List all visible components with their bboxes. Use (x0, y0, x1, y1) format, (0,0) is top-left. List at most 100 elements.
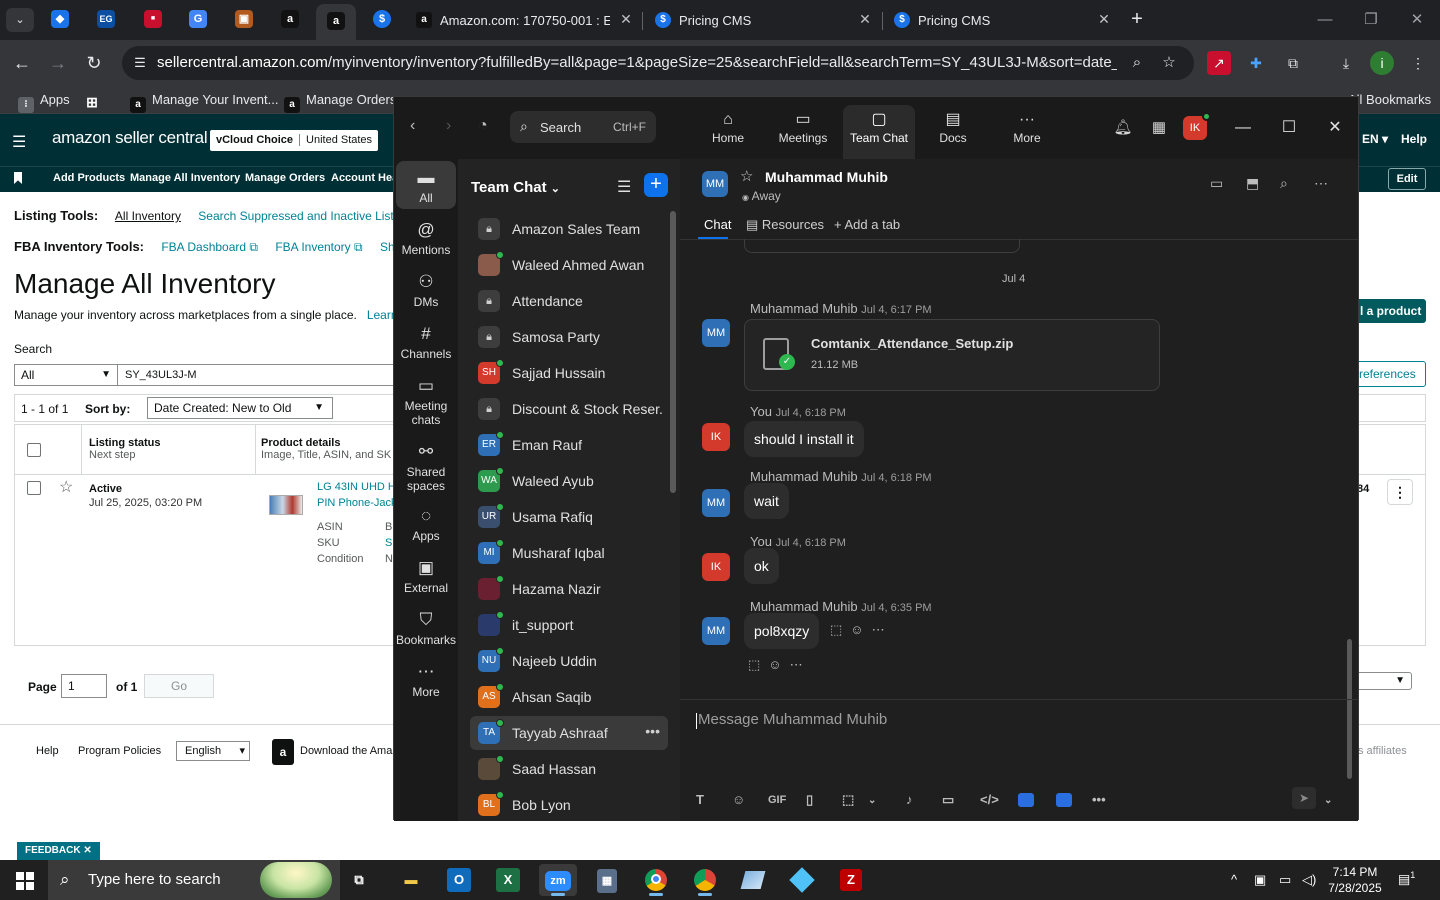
feedback-tab[interactable]: FEEDBACK ✕ (17, 842, 100, 860)
url-text[interactable]: sellercentral.amazon.com/myinventory/inv… (157, 54, 1117, 71)
tab-close-icon[interactable]: ✕ (857, 11, 873, 27)
minimize-icon[interactable]: — (1230, 116, 1256, 140)
rail-apps[interactable]: ◌ Apps (396, 505, 456, 543)
col-product-details[interactable]: Product details Image, Title, ASIN, and S… (261, 437, 391, 461)
volume-icon[interactable]: ◁) (1302, 872, 1316, 888)
zoom-taskbar-icon[interactable]: zm (539, 864, 577, 896)
app-window-icon[interactable] (734, 864, 772, 896)
tab-pricing-cms-1[interactable]: $ Pricing CMS ✕ (645, 4, 881, 40)
message-avatar[interactable]: MM (702, 319, 730, 347)
chrome-menu-icon[interactable]: ⋮ (1406, 51, 1430, 75)
video-call-icon[interactable]: ▭ (1210, 175, 1223, 192)
filezilla-icon[interactable]: Z (832, 864, 870, 896)
emoji-icon[interactable]: ☺ (732, 792, 745, 807)
contact-avatar[interactable]: MM (702, 171, 728, 197)
notifications-bell-icon[interactable]: 🔔︎ (1112, 117, 1134, 139)
select-all-checkbox[interactable] (27, 443, 41, 457)
calculator-icon[interactable]: ▦ (588, 864, 626, 896)
contact-list-item[interactable]: ER Eman Rauf (470, 428, 668, 462)
contact-list-item[interactable]: 🔒︎ Attendance (470, 284, 668, 318)
rail-dms[interactable]: ⚇ DMs (396, 271, 456, 309)
file-explorer-icon[interactable]: ▬ (392, 864, 430, 896)
link-fba-inventory[interactable]: FBA Inventory ⧉ (275, 240, 362, 254)
video-clip-icon[interactable]: ▭ (942, 792, 954, 808)
reply-icon[interactable]: ⬚ (830, 622, 850, 637)
chat-scrollbar[interactable] (1347, 639, 1352, 779)
contact-list-item[interactable]: Saad Hassan (470, 752, 668, 786)
minimize-icon[interactable]: — (1310, 8, 1340, 32)
forward-chevron-icon[interactable]: › (446, 117, 451, 135)
restore-icon[interactable]: ❐ (1356, 8, 1386, 32)
contact-list-item[interactable]: 🔒︎ Samosa Party (470, 320, 668, 354)
task-view-icon[interactable]: ⧉ (340, 864, 378, 896)
emoji-icon[interactable]: ☺ (850, 622, 871, 637)
extension-red-icon[interactable]: ↗ (1207, 51, 1231, 75)
list-scrollbar[interactable] (670, 211, 676, 493)
message-footer-actions[interactable]: ⬚☺⋯ (748, 657, 811, 673)
favorite-star-icon[interactable]: ☆ (59, 477, 73, 497)
close-icon[interactable]: ✕ (1322, 116, 1348, 140)
site-info-icon[interactable]: ☰ (130, 53, 150, 73)
extension-blue-icon[interactable]: ✚ (1244, 51, 1268, 75)
message-bubble[interactable]: ok (744, 548, 779, 584)
more-options-icon[interactable]: ⋯ (1314, 175, 1328, 192)
tab-team-chat[interactable]: ▢ Team Chat (843, 105, 915, 159)
contact-list-item[interactable]: AS Ahsan Saqib (470, 680, 668, 714)
download-icon[interactable]: ⤓ (1334, 51, 1358, 75)
address-bar[interactable]: ☰ sellercentral.amazon.com/myinventory/i… (122, 46, 1194, 80)
history-clock-icon[interactable]: ◔ (478, 117, 488, 135)
windows-start-icon[interactable] (0, 860, 48, 900)
edit-nav-button[interactable]: Edit (1388, 168, 1426, 190)
link-suppressed-listings[interactable]: Search Suppressed and Inactive Listing (198, 209, 409, 223)
contact-list-item[interactable]: NU Najeeb Uddin (470, 644, 668, 678)
contact-list-item[interactable]: SH Sajjad Hussain (470, 356, 668, 390)
pinned-tab-eg-icon[interactable]: EG (97, 10, 115, 28)
reload-icon[interactable]: ↻ (82, 51, 106, 75)
pinned-tab-amazon-active[interactable]: a (316, 4, 356, 40)
hamburger-menu-icon[interactable]: ☰ (12, 132, 26, 152)
rail-mentions[interactable]: @ Mentions (396, 219, 456, 257)
contact-list-item[interactable]: 🔒︎ Amazon Sales Team (470, 212, 668, 246)
tab-docs[interactable]: ▤ Docs (918, 105, 988, 159)
rail-channels[interactable]: # Channels (396, 323, 456, 361)
sku-value[interactable]: S (385, 537, 392, 549)
message-hover-actions[interactable]: ⬚☺⋯ (830, 622, 893, 638)
rail-external[interactable]: ▣ External (396, 557, 456, 595)
footer-download-app[interactable]: Download the Amaz (300, 745, 398, 757)
file-attachment-card[interactable]: ✓ Comtanix_Attendance_Setup.zip 21.12 MB (744, 319, 1160, 391)
microphone-icon[interactable]: ♪ (906, 792, 913, 807)
footer-language-select[interactable]: English ▾ (176, 741, 250, 761)
profile-avatar[interactable]: i (1370, 51, 1394, 75)
tab-pricing-cms-2[interactable]: $ Pricing CMS ✕ (884, 4, 1120, 40)
pinned-tab-google-icon[interactable]: G (189, 10, 207, 28)
nav-manage-all-inventory[interactable]: Manage All Inventory (130, 172, 240, 184)
pinned-tab-blue-icon[interactable]: ◆ (51, 10, 69, 28)
chat-tab-add[interactable]: + Add a tab (834, 217, 900, 232)
network-icon[interactable]: ▭ (1279, 872, 1291, 888)
tab-home[interactable]: ⌂ Home (693, 105, 763, 159)
preferences-button[interactable]: references (1356, 361, 1426, 387)
zoom-search-box[interactable]: ⌕ Search Ctrl+F (510, 111, 656, 143)
bookmark-apps-grid[interactable]: ⊞ (84, 92, 106, 110)
language-switcher[interactable]: EN ▾ (1362, 132, 1388, 146)
product-title-link-2[interactable]: PIN Phone-Jack (317, 497, 396, 509)
contact-list-item[interactable]: WA Waleed Ayub (470, 464, 668, 498)
taskbar-clock[interactable]: 7:14 PM 7/28/2025 (1322, 864, 1388, 896)
page-number-input[interactable]: 1 (61, 674, 107, 698)
emoji-icon[interactable]: ☺ (768, 657, 789, 672)
message-avatar[interactable]: IK (702, 423, 730, 451)
contact-list-item[interactable]: 🔒︎ Discount & Stock Reser... (470, 392, 668, 426)
contact-list-item[interactable]: Waleed Ahmed Awan (470, 248, 668, 282)
maximize-icon[interactable]: ☐ (1276, 116, 1302, 140)
footer-program-policies[interactable]: Program Policies (78, 745, 161, 757)
product-thumbnail[interactable] (269, 495, 303, 515)
tab-meetings[interactable]: ▭ Meetings (768, 105, 838, 159)
taskbar-search-box[interactable]: ⌕ Type here to search (48, 860, 340, 900)
link-fba-dashboard[interactable]: FBA Dashboard ⧉ (161, 240, 258, 254)
back-chevron-icon[interactable]: ‹ (410, 117, 415, 135)
screen-share-icon[interactable]: ⬒ (1246, 175, 1259, 192)
tab-amazon-product[interactable]: a Amazon.com: 170750-001 : Elec ✕ (406, 4, 642, 40)
nav-manage-orders[interactable]: Manage Orders (245, 172, 325, 184)
message-bubble[interactable]: pol8xqzy (744, 613, 820, 649)
tab-close-icon[interactable]: ✕ (1096, 11, 1112, 27)
